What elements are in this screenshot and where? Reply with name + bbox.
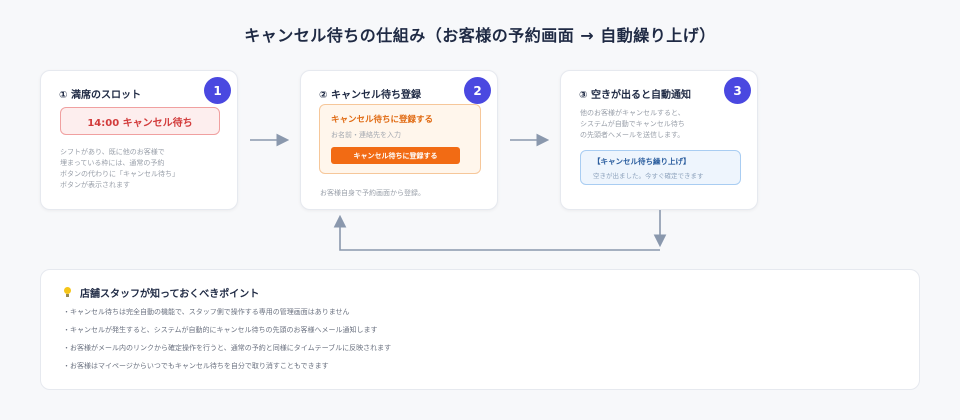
point-item: ・お客様がメール内のリンクから確定操作を行うと、通常の予約と同様にタイムテーブル…: [63, 344, 392, 352]
staff-points-list: ・キャンセル待ちは完全自動の機能で、スタッフ側で操作する専用の管理画面はありませ…: [63, 307, 391, 379]
point-item: ・キャンセル待ちは完全自動の機能で、スタッフ側で操作する専用の管理画面はありませ…: [63, 308, 350, 316]
staff-points-heading-text: 店舗スタッフが知っておくべきポイント: [80, 289, 260, 300]
arrow-loop-back: [333, 214, 660, 251]
point-item: ・キャンセルが発生すると、システムが自動的にキャンセル待ちの先頭のお客様へメール…: [63, 326, 378, 334]
staff-points-heading: 店舗スタッフが知っておくべきポイント: [63, 285, 259, 300]
point-item: ・お客様はマイページからいつでもキャンセル待ちを自分で取り消すこともできます: [63, 362, 329, 370]
lightbulb-icon: [63, 287, 72, 298]
staff-points-panel: 店舗スタッフが知っておくべきポイント ・キャンセル待ちは完全自動の機能で、スタッ…: [40, 269, 920, 390]
